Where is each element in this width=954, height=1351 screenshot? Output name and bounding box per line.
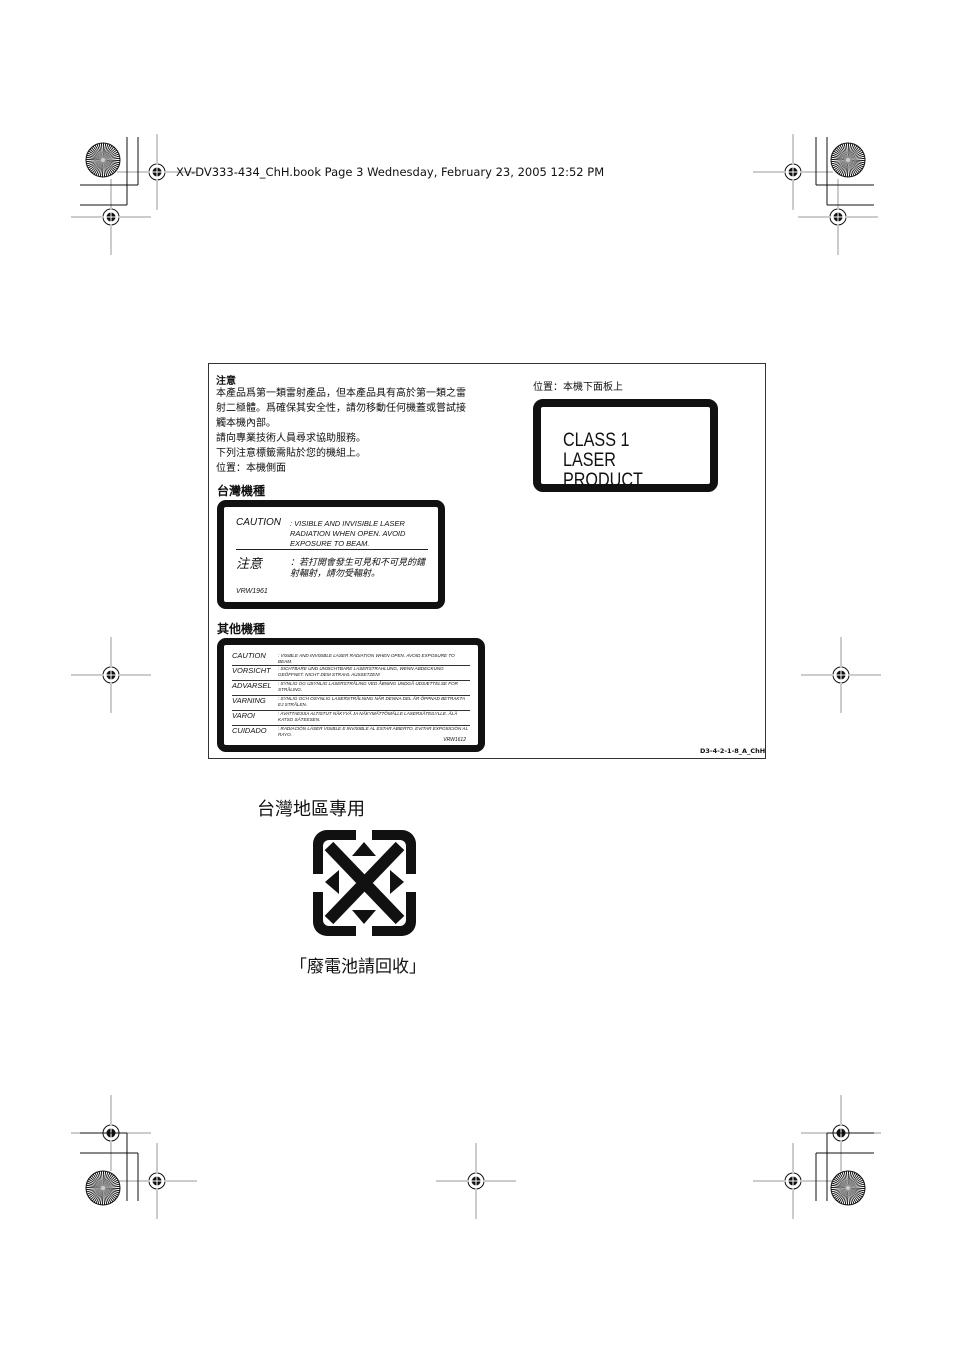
book-header: XV-DV333-434_ChH.book Page 3 Wednesday, … [176, 165, 605, 179]
notice-line: 觸本機內部。 [216, 418, 276, 429]
row-text: : VISIBLE AND INVISIBLE LASER RADIATION … [278, 653, 455, 664]
row-key: VAROI [232, 711, 255, 720]
caution-row: VARNING : SYNLIG OCH OSYNLIG LASERSTRÅLNI… [232, 696, 470, 711]
taiwan-model-heading: 台灣機種 [217, 484, 266, 498]
divider [236, 549, 428, 550]
starburst-center [101, 1186, 105, 1190]
row-text: : SYNLIG OCH OSYNLIG LASERSTRÅLNING NÄR … [278, 696, 465, 707]
class-line: CLASS 1 [563, 430, 630, 451]
notice-line: 請向專業技術人員尋求協助服務。 [216, 433, 366, 444]
caution-row: CAUTION : VISIBLE AND INVISIBLE LASER RAD… [232, 651, 470, 666]
starburst-center [101, 158, 105, 162]
recycle-caption: 「廢電池請回收」 [290, 957, 426, 977]
caution-key: CAUTION [236, 517, 281, 528]
multilingual-caution-label: CAUTION : VISIBLE AND INVISIBLE LASER RAD… [217, 638, 485, 752]
row-key: ADVARSEL [232, 681, 272, 690]
class-label-position: 位置：本機下面板上 [533, 382, 623, 393]
label-code: VRW1612 [443, 737, 466, 743]
class-line: LASER PRODUCT [563, 450, 643, 491]
other-models-heading: 其他機種 [217, 622, 266, 636]
caution-row: ADVARSEL : SYNLIG OG USYNLIG LASERSTRÅLIN… [232, 681, 470, 696]
row-text: : SYNLIG OG USYNLIG LASERSTRÅLING VED ÅB… [278, 681, 458, 692]
row-key: CUIDADO [232, 726, 267, 735]
notice-line: 射二極體。爲確保其安全性，請勿移動任何機蓋或嘗試接 [216, 403, 466, 414]
taiwan-caution-label: CAUTION : VISIBLE AND INVISIBLE LASER RA… [217, 500, 445, 609]
caution-row: VAROI : AVATTAESSA ALTISTUT NÄKYVÄ JA NÄK… [232, 711, 470, 726]
row-key: VARNING [232, 696, 266, 705]
region-heading: 台灣地區專用 [257, 799, 365, 820]
caution-row: VORSICHT : SICHTBARE UND UNSICHTBARE LASE… [232, 666, 470, 681]
label-code: VRW1961 [236, 588, 268, 595]
row-text: : SICHTBARE UND UNSICHTBARE LASERSTRAHLU… [278, 666, 444, 677]
notice-line: 位置：本機側面 [216, 463, 286, 474]
row-key: CAUTION [232, 651, 266, 660]
class1-laser-label: CLASS 1 LASER PRODUCT [533, 399, 718, 492]
zh-caution-text: ：若打開會發生可見和不可見的鐳射輻射，請勿受輻射。 [290, 557, 426, 578]
notice-line: 本產品爲第一類雷射產品，但本產品具有高於第一類之雷 [216, 388, 466, 399]
notice-title: 注意 [216, 376, 236, 387]
caution-row: CUIDADO : RADIACIÓN LÁSER VISIBLE E INVIS… [232, 726, 470, 740]
row-text: : RADIACIÓN LÁSER VISIBLE E INVISIBLE AL… [278, 726, 468, 737]
notice-line: 下列注意標籤需貼於您的機組上。 [216, 448, 366, 459]
starburst-center [846, 158, 850, 162]
starburst-center [846, 1186, 850, 1190]
notice-text: 本產品爲第一類雷射產品，但本產品具有高於第一類之雷 射二極體。爲確保其安全性，請… [216, 386, 466, 476]
document-code: D3-4-2-1-8_A_ChH [700, 747, 766, 755]
row-key: VORSICHT [232, 666, 271, 675]
battery-recycle-icon [313, 830, 416, 936]
zh-caution-key: 注意 [236, 557, 263, 572]
caution-text: : VISIBLE AND INVISIBLE LASER RADIATION … [290, 519, 406, 548]
row-text: : AVATTAESSA ALTISTUT NÄKYVÄ JA NÄKYMÄTT… [278, 711, 458, 722]
